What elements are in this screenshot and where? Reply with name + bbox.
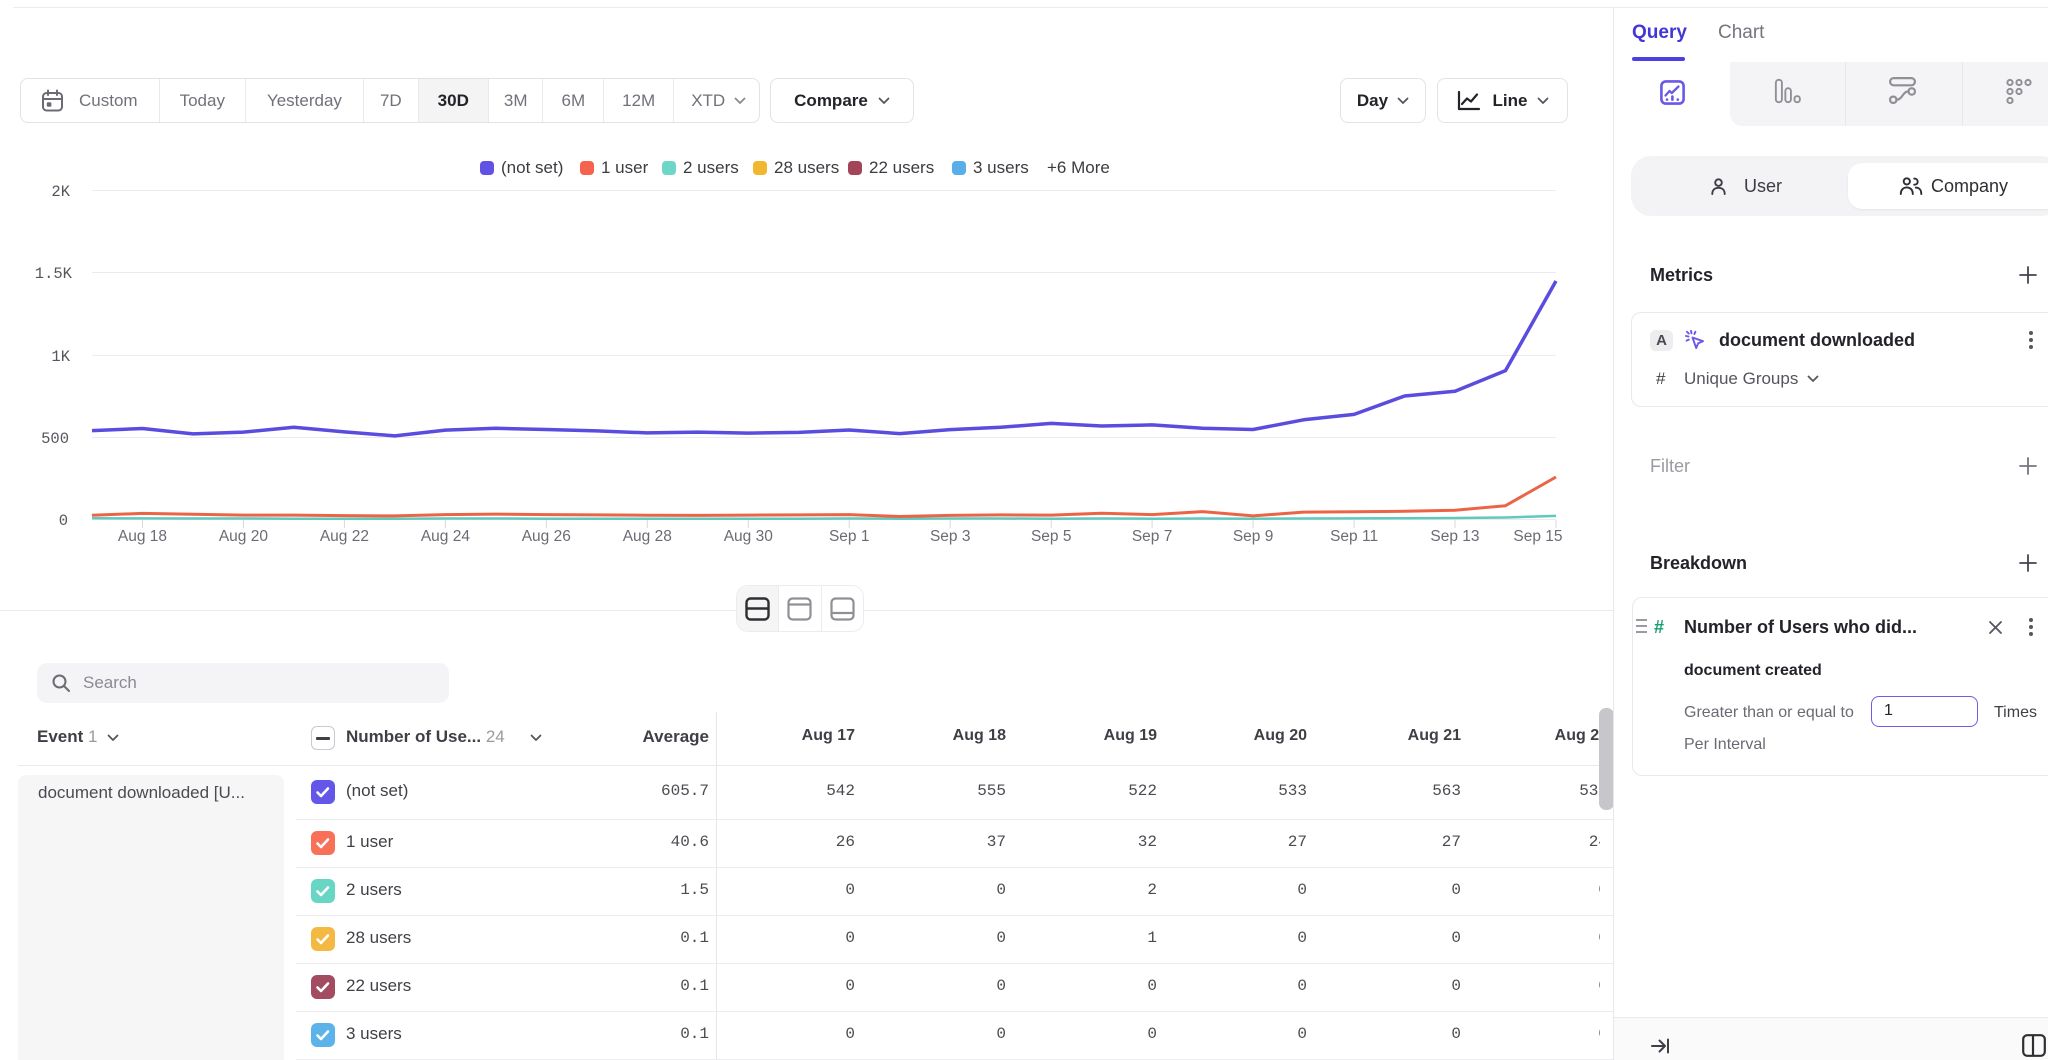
svg-text:1.5K: 1.5K (35, 265, 73, 283)
svg-text:Aug 24: Aug 24 (421, 528, 471, 545)
svg-text:Sep 1: Sep 1 (829, 528, 870, 545)
svg-text:500: 500 (41, 430, 69, 448)
svg-text:Aug 30: Aug 30 (724, 528, 774, 545)
svg-text:Sep 15: Sep 15 (1513, 528, 1562, 545)
svg-text:Aug 18: Aug 18 (118, 528, 167, 545)
svg-text:Aug 22: Aug 22 (320, 528, 369, 545)
svg-text:Sep 5: Sep 5 (1031, 528, 1072, 545)
svg-text:0: 0 (59, 512, 68, 530)
svg-text:Aug 20: Aug 20 (219, 528, 269, 545)
svg-text:2K: 2K (51, 183, 70, 201)
svg-text:Sep 3: Sep 3 (930, 528, 971, 545)
svg-text:Sep 11: Sep 11 (1330, 528, 1378, 545)
svg-text:Aug 26: Aug 26 (522, 528, 571, 545)
svg-text:Sep 9: Sep 9 (1233, 528, 1274, 545)
svg-text:Aug 28: Aug 28 (623, 528, 672, 545)
svg-text:Sep 7: Sep 7 (1132, 528, 1173, 545)
svg-text:1K: 1K (51, 348, 70, 366)
svg-text:Sep 13: Sep 13 (1430, 528, 1479, 545)
